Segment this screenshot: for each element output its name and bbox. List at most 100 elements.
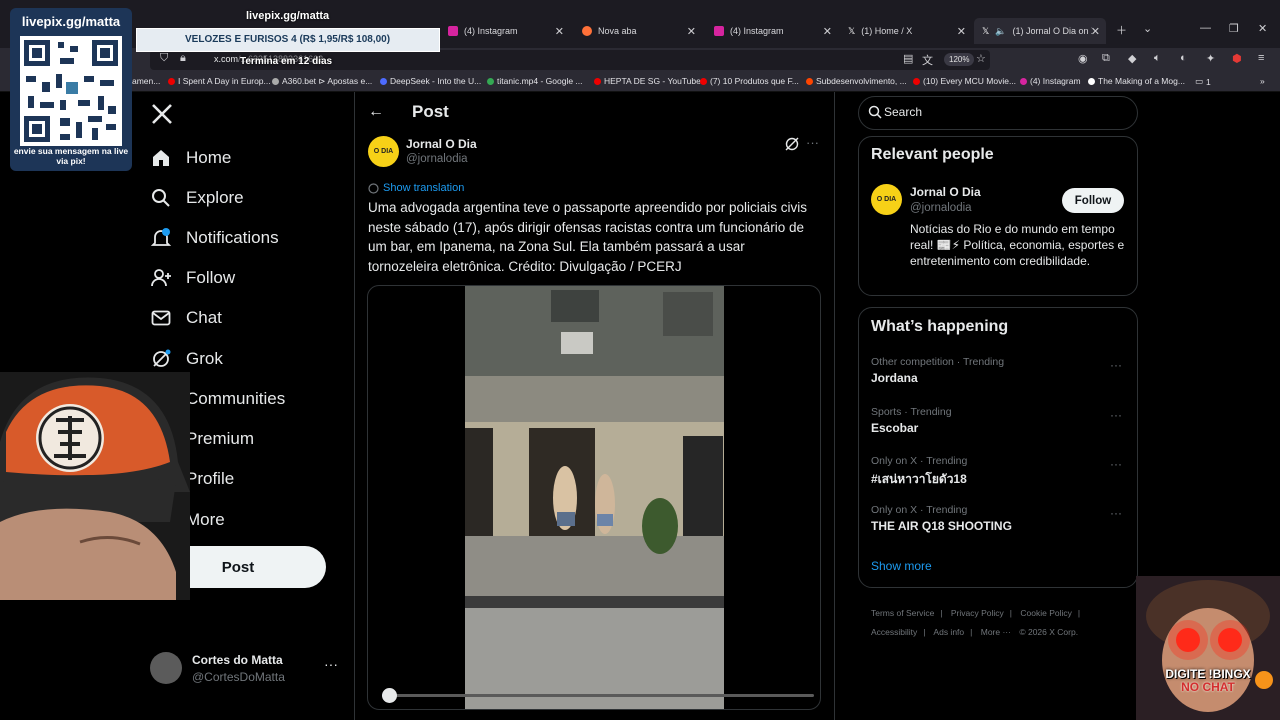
trend-item[interactable]: Only on X · Trending THE AIR Q18 SHOOTIN… xyxy=(871,504,1131,533)
author-handle[interactable]: @jornalodia xyxy=(406,153,468,165)
bookmark[interactable]: I Spent A Day in Europ... xyxy=(168,76,271,86)
nav-explore[interactable]: Explore xyxy=(150,183,244,213)
bookmark-folder[interactable]: ▭ 1 xyxy=(1195,76,1211,87)
more-dots-icon[interactable]: ··· xyxy=(806,135,819,150)
nav-follow[interactable]: Follow xyxy=(150,263,235,293)
lock-icon[interactable]: 🔒︎ xyxy=(180,52,186,65)
trend-item[interactable]: Other competition · Trending Jordana xyxy=(871,356,1131,385)
relevant-person-handle[interactable]: @jornalodia xyxy=(910,202,972,214)
reader-icon[interactable]: ▤ xyxy=(903,52,913,65)
donation-goal-banner: VELOZES E FURISOS 4 (R$ 1,95/R$ 108,00) xyxy=(136,28,440,52)
video-frame[interactable] xyxy=(465,286,724,709)
nav-label: Communities xyxy=(186,389,286,408)
back-arrow-icon[interactable]: ← xyxy=(368,103,384,121)
relevant-person-name[interactable]: Jornal O Dia xyxy=(910,185,981,199)
relevant-people-title: Relevant people xyxy=(871,146,994,163)
close-icon[interactable]: ✕ xyxy=(1091,25,1100,38)
qr-caption: envie sua mensagem na live via pix! xyxy=(13,146,129,166)
bookmarks-bar: amen... I Spent A Day in Europ... A360.b… xyxy=(0,72,1280,92)
star-icon[interactable]: ☆ xyxy=(976,52,986,65)
x-logo-icon[interactable] xyxy=(150,102,174,126)
new-tab-icon[interactable]: ＋ xyxy=(1116,22,1127,38)
bookmark[interactable]: (4) Instagram xyxy=(1020,76,1081,86)
close-icon[interactable]: ✕ xyxy=(823,25,832,38)
guest-webcam xyxy=(1136,576,1280,720)
browser-tab[interactable]: 𝕏 (1) Home / X ✕ xyxy=(840,18,972,44)
bookmark[interactable]: amen... xyxy=(132,76,160,86)
puzzle-icon[interactable]: ⧉ xyxy=(1102,52,1110,65)
chevron-down-icon[interactable]: ⌄ xyxy=(1143,22,1152,35)
nav-home[interactable]: Home xyxy=(150,143,231,173)
browser-tab-active[interactable]: 𝕏 🔈 (1) Jornal O Dia on X: " ✕ xyxy=(974,18,1106,44)
account-switcher[interactable]: Cortes do Matta @CortesDoMatta ··· xyxy=(150,650,350,690)
footer-link[interactable]: Terms of Service xyxy=(871,608,934,618)
browser-tab[interactable]: (4) Instagram ✕ xyxy=(440,18,570,44)
nav-chat[interactable]: Chat xyxy=(150,303,222,333)
footer-link[interactable]: More ··· xyxy=(981,627,1011,637)
bookmark-icon xyxy=(272,78,279,85)
close-icon[interactable]: ✕ xyxy=(555,25,564,38)
bookmark[interactable]: DeepSeek - Into the U... xyxy=(380,76,481,86)
more-dots-icon[interactable]: ··· xyxy=(1110,408,1122,422)
youtube-icon xyxy=(700,77,707,85)
notification-icon[interactable]: ◆ xyxy=(1128,52,1136,65)
bookmark[interactable]: The Making of a Mog... xyxy=(1088,76,1185,86)
shield-icon[interactable]: ⛉ xyxy=(160,52,168,65)
avatar[interactable]: O DIA xyxy=(871,184,902,215)
bookmark[interactable]: (10) Every MCU Movie... xyxy=(913,76,1016,86)
video-progress-track[interactable] xyxy=(382,694,814,697)
instagram-icon xyxy=(448,26,458,36)
bookmark[interactable]: HEPTA DE SG - YouTube xyxy=(594,76,701,86)
menu-icon[interactable]: ≡ xyxy=(1258,52,1264,64)
video-player[interactable] xyxy=(367,285,821,710)
translate-icon[interactable]: 文 xyxy=(922,52,933,68)
zoom-level[interactable]: 120% xyxy=(944,53,975,66)
whats-happening-title: What’s happening xyxy=(871,318,1009,335)
trend-name: #เสน่หาวาโยดัว18 xyxy=(871,472,967,486)
more-dots-icon[interactable]: ··· xyxy=(1110,506,1122,520)
footer-link[interactable]: Cookie Policy xyxy=(1020,608,1072,618)
show-translation-link[interactable]: Show translation xyxy=(368,182,464,194)
maximize-icon[interactable]: ❐ xyxy=(1229,22,1239,35)
adblock-icon[interactable]: ⬢ xyxy=(1232,52,1242,65)
footer-link[interactable]: Accessibility xyxy=(871,627,917,637)
account-handle: @CortesDoMatta xyxy=(192,670,285,684)
more-dots-icon[interactable]: ··· xyxy=(1110,457,1122,471)
reddit-icon xyxy=(806,77,813,85)
speaker-icon[interactable]: 🔈 xyxy=(995,26,1006,37)
window-close-icon[interactable]: ✕ xyxy=(1258,22,1267,35)
search-icon xyxy=(868,105,882,119)
extension-icon[interactable]: ◉ xyxy=(1078,52,1088,65)
chevron-right-icon[interactable]: » xyxy=(1260,76,1265,86)
nav-grok[interactable]: Grok xyxy=(150,344,223,374)
author-avatar[interactable]: O DIA xyxy=(368,136,399,167)
bookmark[interactable]: (7) 10 Produtos que F... xyxy=(700,76,799,86)
follow-button[interactable]: Follow xyxy=(1062,188,1124,213)
x-icon: 𝕏 xyxy=(848,26,856,36)
footer-link[interactable]: Ads info xyxy=(933,627,964,637)
volume-icon[interactable]: 🔈︎ xyxy=(1154,52,1161,65)
close-icon[interactable]: ✕ xyxy=(957,25,966,38)
extension-icon[interactable]: ◐ xyxy=(1180,52,1187,64)
bookmark[interactable]: A360.bet ⊳ Apostas e... xyxy=(272,76,372,87)
trend-item[interactable]: Only on X · Trending #เสน่หาวาโยดัว18 xyxy=(871,455,1131,489)
more-dots-icon[interactable]: ··· xyxy=(1110,358,1122,372)
x-icon: 𝕏 xyxy=(982,26,990,36)
nav-notifications[interactable]: Notifications xyxy=(150,223,279,253)
extension-icon[interactable]: ✦ xyxy=(1206,52,1215,65)
more-dots-icon[interactable]: ··· xyxy=(324,656,338,672)
author-name[interactable]: Jornal O Dia xyxy=(406,137,477,151)
tab-title: Nova aba xyxy=(598,26,637,36)
nav-label: Home xyxy=(186,148,232,167)
trend-meta: Sports · Trending xyxy=(871,406,952,418)
grok-icon[interactable] xyxy=(784,136,800,152)
bookmark[interactable]: Subdesenvolvimento, ... xyxy=(806,76,907,86)
browser-tab[interactable]: Nova aba ✕ xyxy=(574,18,702,44)
show-more-link[interactable]: Show more xyxy=(871,559,932,573)
bookmark[interactable]: titanic.mp4 - Google ... xyxy=(487,76,583,86)
browser-tab[interactable]: (4) Instagram ✕ xyxy=(706,18,838,44)
close-icon[interactable]: ✕ xyxy=(687,25,696,38)
minimize-icon[interactable]: — xyxy=(1200,22,1211,34)
footer-link[interactable]: Privacy Policy xyxy=(951,608,1004,618)
trend-item[interactable]: Sports · Trending Escobar xyxy=(871,406,1131,435)
